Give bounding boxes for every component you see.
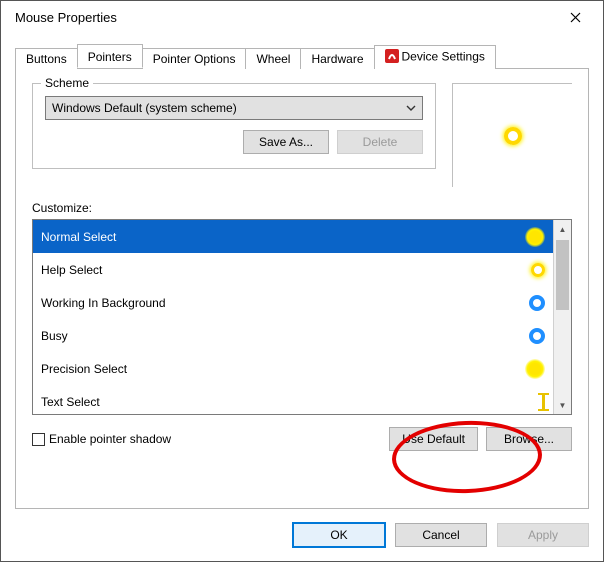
cursor-preview [452, 83, 572, 187]
scheme-legend: Scheme [41, 76, 93, 90]
tab-device-settings[interactable]: Device Settings [374, 45, 496, 69]
delete-button: Delete [337, 130, 423, 154]
cursor-list[interactable]: Normal Select Help Select Working In Bac… [33, 220, 553, 414]
save-as-button[interactable]: Save As... [243, 130, 329, 154]
list-item-label: Precision Select [41, 362, 127, 376]
window-title: Mouse Properties [15, 10, 555, 25]
mouse-properties-window: Mouse Properties Buttons Pointers Pointe… [0, 0, 604, 562]
list-item-help-select[interactable]: Help Select [33, 253, 553, 286]
enable-pointer-shadow-checkbox[interactable]: Enable pointer shadow [32, 432, 171, 446]
scheme-selected-value: Windows Default (system scheme) [52, 101, 237, 115]
use-default-button[interactable]: Use Default [389, 427, 478, 451]
normal-select-cursor-icon [525, 227, 545, 247]
dialog-content: Buttons Pointers Pointer Options Wheel H… [1, 33, 603, 509]
dialog-button-row: OK Cancel Apply [1, 509, 603, 561]
cursor-list-container: Normal Select Help Select Working In Bac… [32, 219, 572, 415]
list-item-working-background[interactable]: Working In Background [33, 286, 553, 319]
tab-panel-pointers: Scheme Windows Default (system scheme) S… [15, 69, 589, 509]
bottom-row: Enable pointer shadow Use Default Browse… [32, 427, 572, 451]
scheme-buttons: Save As... Delete [45, 130, 423, 154]
help-select-cursor-icon [531, 263, 545, 277]
scroll-up-arrow-icon[interactable]: ▲ [554, 220, 571, 238]
ok-button[interactable]: OK [293, 523, 385, 547]
list-item-precision-select[interactable]: Precision Select [33, 352, 553, 385]
tab-buttons[interactable]: Buttons [15, 48, 78, 69]
titlebar: Mouse Properties [1, 1, 603, 33]
customize-label: Customize: [32, 201, 572, 215]
busy-cursor-icon [529, 328, 545, 344]
synaptics-icon [385, 49, 399, 66]
list-item-label: Working In Background [41, 296, 166, 310]
scroll-down-arrow-icon[interactable]: ▼ [554, 396, 571, 414]
list-item-text-select[interactable]: Text Select [33, 385, 553, 414]
scheme-row: Scheme Windows Default (system scheme) S… [32, 83, 572, 187]
list-item-label: Normal Select [41, 230, 116, 244]
tab-pointer-options[interactable]: Pointer Options [142, 48, 247, 69]
chevron-down-icon [406, 102, 416, 116]
scroll-thumb[interactable] [556, 240, 569, 310]
tab-pointers[interactable]: Pointers [77, 44, 143, 68]
tab-wheel[interactable]: Wheel [245, 48, 301, 69]
list-item-label: Text Select [41, 395, 100, 409]
list-scrollbar[interactable]: ▲ ▼ [553, 220, 571, 414]
browse-button[interactable]: Browse... [486, 427, 572, 451]
scheme-group: Scheme Windows Default (system scheme) S… [32, 83, 436, 169]
tab-hardware[interactable]: Hardware [300, 48, 374, 69]
close-icon [570, 12, 581, 23]
preview-cursor-icon [504, 127, 522, 145]
working-bg-cursor-icon [529, 295, 545, 311]
scheme-dropdown[interactable]: Windows Default (system scheme) [45, 96, 423, 120]
precision-select-cursor-icon [525, 359, 545, 379]
apply-button: Apply [497, 523, 589, 547]
close-button[interactable] [555, 3, 595, 31]
list-item-label: Help Select [41, 263, 102, 277]
list-item-label: Busy [41, 329, 68, 343]
tab-strip: Buttons Pointers Pointer Options Wheel H… [15, 45, 589, 69]
cancel-button[interactable]: Cancel [395, 523, 487, 547]
text-select-cursor-icon [542, 393, 545, 411]
checkbox-box-icon [32, 433, 45, 446]
checkbox-label: Enable pointer shadow [49, 432, 171, 446]
list-item-busy[interactable]: Busy [33, 319, 553, 352]
list-item-normal-select[interactable]: Normal Select [33, 220, 553, 253]
